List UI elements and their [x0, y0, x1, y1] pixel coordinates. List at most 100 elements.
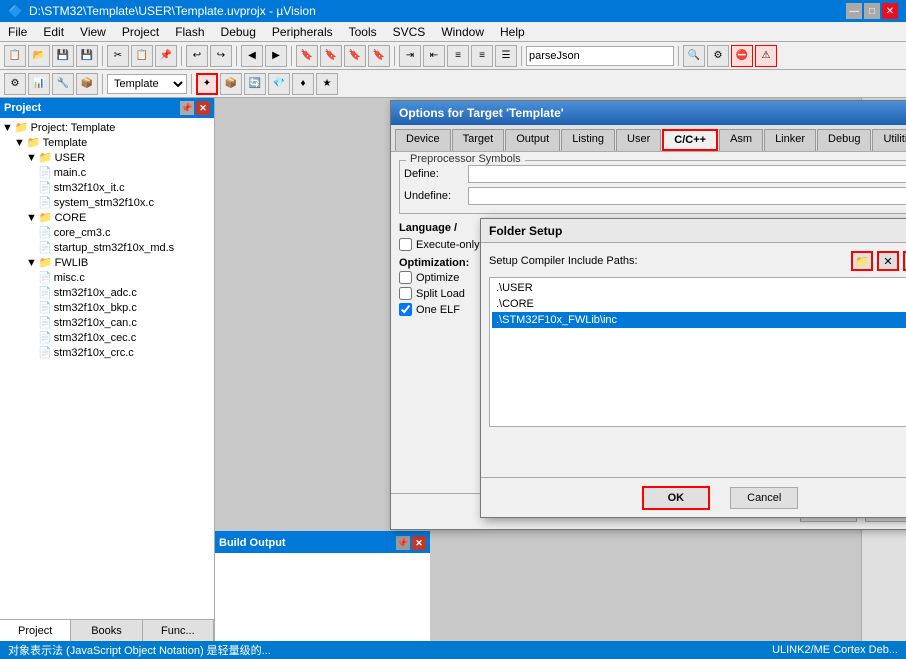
menu-project[interactable]: Project	[114, 23, 167, 41]
tab-func[interactable]: Func...	[143, 620, 214, 641]
tab-asm[interactable]: Asm	[719, 129, 763, 151]
build-target-button[interactable]: ⚙	[4, 73, 26, 95]
folder-path-fwlib[interactable]: .\STM32F10x_FWLib\inc	[492, 312, 906, 328]
system-label: system_stm32f10x.c	[54, 197, 154, 209]
search-button[interactable]: 🔍	[683, 45, 705, 67]
tab-user[interactable]: User	[616, 129, 661, 151]
undefine-input[interactable]	[468, 187, 906, 205]
undo-button[interactable]: ↩	[186, 45, 208, 67]
menu-debug[interactable]: Debug	[213, 23, 264, 41]
menu-view[interactable]: View	[72, 23, 114, 41]
bookmark2-button[interactable]: 🔖	[320, 45, 342, 67]
build-close-button[interactable]: ✕	[412, 536, 426, 550]
build3-button[interactable]: 🔧	[52, 73, 74, 95]
menu-flash[interactable]: Flash	[167, 23, 212, 41]
tree-can-c[interactable]: 📄 stm32f10x_can.c	[2, 315, 212, 330]
tab-device[interactable]: Device	[395, 129, 451, 151]
menu-svcs[interactable]: SVCS	[385, 23, 434, 41]
tree-main-c[interactable]: 📄 main.c	[2, 165, 212, 180]
tree-fwlib-folder[interactable]: ▼ 📁 FWLIB	[2, 255, 212, 270]
star-button[interactable]: ★	[316, 73, 338, 95]
magic-wand-button[interactable]: ✦	[196, 73, 218, 95]
package-button[interactable]: 📦	[220, 73, 242, 95]
gem-button[interactable]: 💎	[268, 73, 290, 95]
tab-listing[interactable]: Listing	[561, 129, 615, 151]
menu-tools[interactable]: Tools	[341, 23, 385, 41]
menu-window[interactable]: Window	[433, 23, 492, 41]
menu-edit[interactable]: Edit	[35, 23, 72, 41]
folder-new-button[interactable]: 📁	[851, 251, 873, 271]
folder-ok-button[interactable]: OK	[642, 486, 711, 510]
maximize-button[interactable]: □	[864, 3, 880, 19]
menu-peripherals[interactable]: Peripherals	[264, 23, 341, 41]
save-button[interactable]: 💾	[52, 45, 74, 67]
tab-books[interactable]: Books	[71, 620, 142, 641]
target-select[interactable]: Template	[107, 74, 187, 94]
bookmark4-button[interactable]: 🔖	[368, 45, 390, 67]
tab-utilities[interactable]: Utilities	[872, 129, 906, 151]
tree-adc-c[interactable]: 📄 stm32f10x_adc.c	[2, 285, 212, 300]
copy-button[interactable]: 📋	[131, 45, 153, 67]
define-input[interactable]	[468, 165, 906, 183]
stop-button[interactable]: ⛔	[731, 45, 753, 67]
bookmark3-button[interactable]: 🔖	[344, 45, 366, 67]
menu-file[interactable]: File	[0, 23, 35, 41]
redo-button[interactable]: ↪	[210, 45, 232, 67]
bookmark-button[interactable]: 🔖	[296, 45, 318, 67]
indent-button[interactable]: ⇥	[399, 45, 421, 67]
tree-misc-c[interactable]: 📄 misc.c	[2, 270, 212, 285]
folder-delete-button[interactable]: ✕	[877, 251, 899, 271]
tab-project[interactable]: Project	[0, 620, 71, 641]
one-elf-checkbox[interactable]	[399, 303, 412, 316]
tree-startup[interactable]: 📄 startup_stm32f10x_md.s	[2, 240, 212, 255]
save-all-button[interactable]: 💾	[76, 45, 98, 67]
folder-path-user[interactable]: .\USER	[492, 280, 906, 296]
tree-it-c[interactable]: 📄 stm32f10x_it.c	[2, 180, 212, 195]
back-button[interactable]: ◀	[241, 45, 263, 67]
tree-crc-c[interactable]: 📄 stm32f10x_crc.c	[2, 345, 212, 360]
menu-help[interactable]: Help	[492, 23, 533, 41]
tab-cpp[interactable]: C/C++	[662, 129, 718, 151]
error-button[interactable]: ⚠	[755, 45, 777, 67]
unindent-button[interactable]: ⇤	[423, 45, 445, 67]
build-pin-button[interactable]: 📌	[396, 536, 410, 550]
debug-button[interactable]: ⚙	[707, 45, 729, 67]
panel-close-button[interactable]: ✕	[196, 101, 210, 115]
refresh-button[interactable]: 🔄	[244, 73, 266, 95]
format2-button[interactable]: ≡	[471, 45, 493, 67]
crc-icon: 📄	[38, 346, 52, 359]
tree-core-cm3[interactable]: 📄 core_cm3.c	[2, 225, 212, 240]
forward-button[interactable]: ▶	[265, 45, 287, 67]
new-file-button[interactable]: 📋	[4, 45, 26, 67]
sep9	[191, 74, 192, 94]
tab-debug[interactable]: Debug	[817, 129, 871, 151]
sep2	[181, 46, 182, 66]
tree-template[interactable]: ▼ 📁 Template	[2, 135, 212, 150]
tree-root[interactable]: ▼ 📁 Project: Template	[2, 120, 212, 135]
build2-button[interactable]: 📊	[28, 73, 50, 95]
paste-button[interactable]: 📌	[155, 45, 177, 67]
format3-button[interactable]: ☰	[495, 45, 517, 67]
folder-path-core[interactable]: .\CORE	[492, 296, 906, 312]
build4-button[interactable]: 📦	[76, 73, 98, 95]
execute-only-checkbox[interactable]	[399, 238, 412, 251]
folder-cancel-button[interactable]: Cancel	[730, 487, 798, 509]
tab-output[interactable]: Output	[505, 129, 560, 151]
tree-user-folder[interactable]: ▼ 📁 USER	[2, 150, 212, 165]
tab-target[interactable]: Target	[452, 129, 505, 151]
format-button[interactable]: ≡	[447, 45, 469, 67]
optimizer-checkbox[interactable]	[399, 271, 412, 284]
tab-linker[interactable]: Linker	[764, 129, 816, 151]
tree-cec-c[interactable]: 📄 stm32f10x_cec.c	[2, 330, 212, 345]
split-load-checkbox[interactable]	[399, 287, 412, 300]
close-button[interactable]: ✕	[882, 3, 898, 19]
diamond-button[interactable]: ♦	[292, 73, 314, 95]
search-input[interactable]	[526, 46, 674, 66]
panel-pin-button[interactable]: 📌	[180, 101, 194, 115]
minimize-button[interactable]: —	[846, 3, 862, 19]
tree-bkp-c[interactable]: 📄 stm32f10x_bkp.c	[2, 300, 212, 315]
tree-system-c[interactable]: 📄 system_stm32f10x.c	[2, 195, 212, 210]
open-button[interactable]: 📂	[28, 45, 50, 67]
cut-button[interactable]: ✂	[107, 45, 129, 67]
tree-core-folder[interactable]: ▼ 📁 CORE	[2, 210, 212, 225]
